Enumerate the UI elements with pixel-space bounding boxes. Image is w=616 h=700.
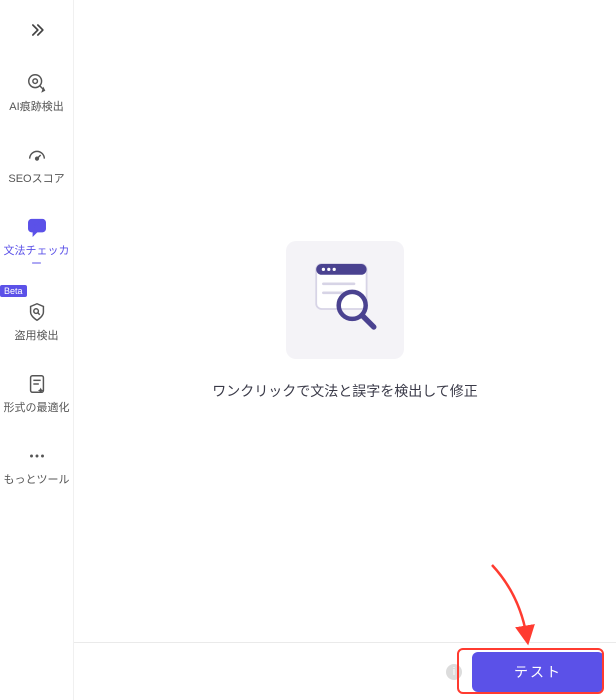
document-magnify-icon: [300, 255, 390, 345]
sidebar-item-label: AI痕跡検出: [9, 101, 63, 114]
sidebar-item-seo-score[interactable]: SEOスコア: [0, 128, 73, 200]
footer-bar: i テスト: [74, 642, 616, 700]
chat-check-icon: [24, 214, 50, 240]
sidebar-item-ai-trace[interactable]: AI痕跡検出: [0, 56, 73, 128]
empty-state-illustration: [286, 241, 404, 359]
main-panel: ワンクリックで文法と誤字を検出して修正 i テスト: [74, 0, 616, 700]
sidebar-item-label: SEOスコア: [8, 173, 64, 186]
sidebar-item-label: もっとツール: [4, 474, 70, 487]
shield-search-icon: [24, 299, 50, 325]
gauge-icon: [24, 142, 50, 168]
empty-state-caption: ワンクリックで文法と誤字を検出して修正: [212, 381, 478, 401]
sidebar-item-label: 文法チェッカー: [2, 245, 71, 271]
test-button[interactable]: テスト: [472, 652, 604, 692]
beta-badge: Beta: [0, 285, 27, 297]
dots-horizontal-icon: [24, 443, 50, 469]
sidebar-item-label: 盗用検出: [15, 330, 59, 343]
sidebar-item-grammar-checker[interactable]: 文法チェッカー: [0, 200, 73, 285]
sidebar-item-label: 形式の最適化: [4, 402, 70, 415]
info-icon[interactable]: i: [446, 664, 462, 680]
app-root: AI痕跡検出 SEOスコア 文法チェッカー Beta 盗用検出 形式: [0, 0, 616, 700]
sidebar-item-more-tools[interactable]: もっとツール: [0, 429, 73, 501]
chevron-double-right-icon: [27, 20, 47, 45]
target-pen-icon: [24, 70, 50, 96]
sidebar-collapse-button[interactable]: [0, 8, 73, 56]
empty-state: ワンクリックで文法と誤字を検出して修正: [74, 0, 616, 642]
document-sparkle-icon: [24, 371, 50, 397]
sidebar: AI痕跡検出 SEOスコア 文法チェッカー Beta 盗用検出 形式: [0, 0, 74, 700]
sidebar-item-plagiarism[interactable]: Beta 盗用検出: [0, 285, 73, 357]
sidebar-item-format-optimize[interactable]: 形式の最適化: [0, 357, 73, 429]
